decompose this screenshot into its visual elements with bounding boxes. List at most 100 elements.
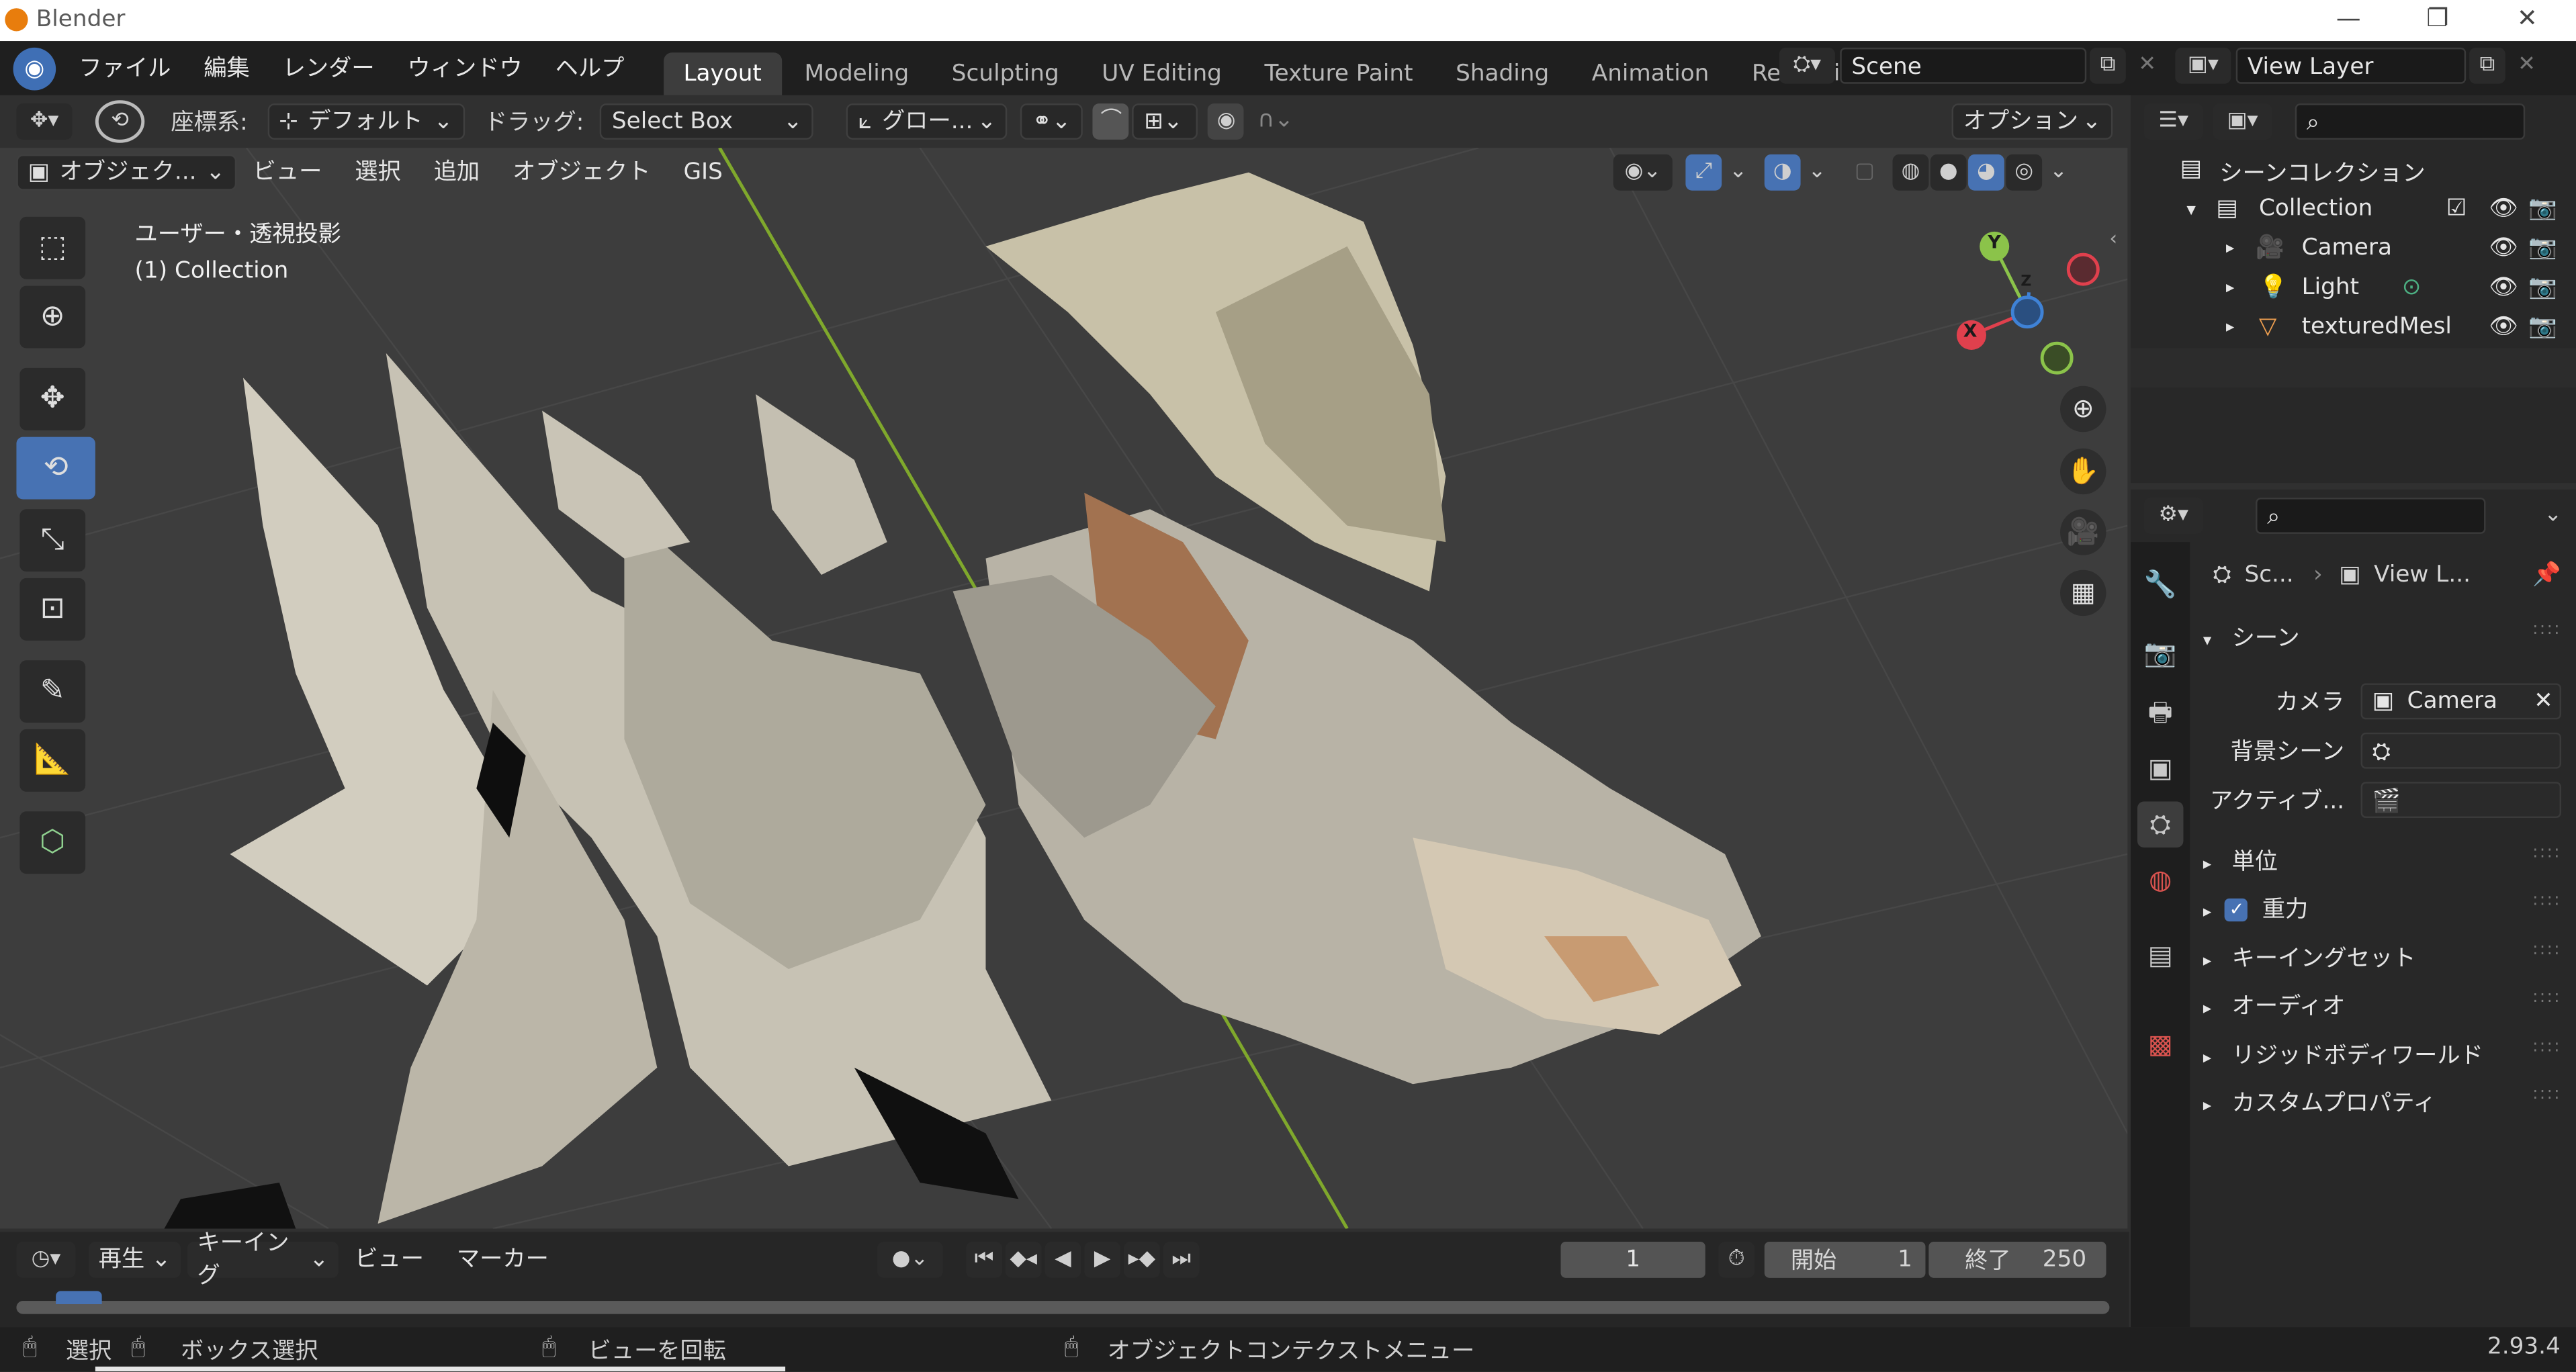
view-layer-browse-icon[interactable]: ▣▾ [2175, 47, 2231, 84]
outliner-item-camera[interactable]: ▸ 🎥 Camera 👁 📷 [2131, 230, 2576, 269]
visibility-eye-icon[interactable]: 👁 [2489, 235, 2518, 261]
drag-dropdown[interactable]: Select Box ⌄ [600, 103, 814, 140]
scene-name-field[interactable]: Scene [1840, 47, 2087, 84]
menu-help[interactable]: ヘルプ [539, 44, 641, 93]
render-camera-icon[interactable]: 📷 [2528, 314, 2557, 340]
view-layer-tab-icon[interactable]: ▣ [2137, 745, 2183, 791]
scene-section-header[interactable]: ▾ シーン :::: [2203, 621, 2565, 664]
wireframe-shading-icon[interactable]: ◍ [1892, 154, 1929, 191]
3d-viewport[interactable]: ▣ オブジェク... ⌄ ビュー 選択 追加 オブジェクト GIS ◉⌄ ⤢ ⌄… [0, 148, 2128, 1229]
mode-dropdown[interactable]: ▣ オブジェク... ⌄ [16, 154, 237, 191]
current-frame-field[interactable]: 1 [1560, 1242, 1705, 1278]
viewport-menu-gis[interactable]: GIS [667, 152, 739, 192]
expand-arrow-icon[interactable]: ▸ [2226, 240, 2234, 258]
jump-end-icon[interactable]: ⏭ [1163, 1242, 1200, 1278]
add-cube-tool-icon[interactable]: ⬡ [19, 811, 86, 874]
menu-window[interactable]: ウィンドウ [391, 44, 539, 93]
end-frame-field[interactable]: 終了 250 [1928, 1242, 2106, 1278]
visibility-eye-icon[interactable]: ◉⌄ [1613, 154, 1673, 191]
play-icon[interactable]: ▶ [1084, 1242, 1121, 1278]
drag-handle-icon[interactable]: :::: [2532, 941, 2561, 959]
timeline-editor-type-icon[interactable]: ◷▾ [16, 1242, 76, 1278]
menu-render[interactable]: レンダー [266, 44, 391, 93]
tab-sculpting[interactable]: Sculpting [932, 52, 1079, 95]
sidebar-toggle-icon[interactable]: ‹ [2109, 227, 2117, 250]
annotate-tool-icon[interactable]: ✎ [19, 660, 86, 723]
jump-start-icon[interactable]: ⏮ [966, 1242, 1002, 1278]
view-layer-name-field[interactable]: View Layer [2235, 47, 2467, 84]
collection-tab-icon[interactable]: ▤ [2137, 933, 2183, 978]
exclude-checkbox-icon[interactable]: ☑ [2446, 195, 2467, 222]
expand-arrow-icon[interactable]: ▸ [2226, 318, 2234, 336]
expand-arrow-icon[interactable]: ▾ [2186, 199, 2196, 220]
overlay-toggle-icon[interactable]: ◑ [1764, 154, 1801, 191]
close-window-icon[interactable]: ✕ [2517, 3, 2538, 33]
play-reverse-icon[interactable]: ◀ [1045, 1242, 1081, 1278]
outliner-item-textured-mesh[interactable]: ▸ ▽ texturedMesl 👁 📷 [2131, 309, 2576, 349]
render-camera-icon[interactable]: 📷 [2528, 195, 2557, 222]
outliner-collection[interactable]: ▾ ▤ Collection ☑ 👁 📷 [2131, 191, 2576, 230]
menu-file[interactable]: ファイル [62, 44, 187, 93]
visibility-eye-icon[interactable]: 👁 [2489, 274, 2518, 300]
start-frame-field[interactable]: 開始 1 [1764, 1242, 1926, 1278]
rotate-tool-icon[interactable]: ⟲ [95, 100, 145, 143]
xray-icon[interactable]: ▢ [1847, 154, 1883, 191]
pan-hand-icon[interactable]: ✋ [2060, 448, 2106, 495]
tab-animation[interactable]: Animation [1572, 52, 1728, 95]
viewport-menu-add[interactable]: 追加 [417, 152, 496, 192]
measure-tool-icon[interactable]: 📐 [19, 729, 86, 792]
panel-rigid-body-world[interactable]: ▸ リジッドボディワールド :::: [2203, 1038, 2565, 1081]
visibility-eye-icon[interactable]: 👁 [2489, 314, 2518, 340]
snap-toggle-icon[interactable]: ⌒ [1093, 103, 1130, 140]
playback-dropdown[interactable]: 再生 ⌄ [89, 1242, 181, 1278]
solid-shading-icon[interactable]: ● [1930, 154, 1967, 191]
timeline-scrollbar[interactable] [16, 1301, 2110, 1314]
blender-menu-icon[interactable]: ◉ [13, 46, 56, 90]
perspective-grid-icon[interactable]: ▦ [2060, 569, 2106, 616]
active-clip-field[interactable]: 🎬 [2360, 782, 2562, 819]
timeline-menu-marker[interactable]: マーカー [440, 1240, 565, 1280]
orientation-dropdown[interactable]: ⟀ グロー... ⌄ [846, 103, 1008, 140]
output-tab-icon[interactable]: 🖶 [2137, 690, 2183, 735]
outliner-scene-collection[interactable]: ▤ シーンコレクション [2131, 151, 2576, 191]
options-dropdown[interactable]: オプション ⌄ [1951, 103, 2113, 140]
auto-keying-record-icon[interactable]: ●⌄ [877, 1242, 943, 1278]
outliner-item-light[interactable]: ▸ 💡 Light ⊙ 👁 📷 [2131, 269, 2576, 309]
new-view-layer-icon[interactable]: ⧉ [2469, 47, 2505, 84]
background-scene-field[interactable]: ⛭ [2360, 732, 2562, 769]
camera-property-field[interactable]: ▣ Camera ✕ [2360, 683, 2562, 720]
viewport-menu-object[interactable]: オブジェクト [496, 152, 667, 192]
timeline-scrollbar-thumb[interactable] [16, 1301, 2110, 1314]
rotate-tool-active-icon[interactable]: ⟲ [16, 437, 95, 500]
delete-view-layer-icon[interactable]: ✕ [2509, 48, 2545, 84]
drag-handle-icon[interactable]: :::: [2532, 844, 2561, 862]
tool-tab-icon[interactable]: 🔧 [2137, 561, 2183, 607]
proportional-falloff-dropdown[interactable]: ∩⌄ [1247, 103, 1303, 140]
minimize-icon[interactable]: — [2336, 3, 2361, 33]
chevron-down-icon[interactable]: ⌄ [1804, 154, 1830, 191]
viewport-menu-select[interactable]: 選択 [339, 152, 417, 192]
zoom-icon[interactable]: ⊕ [2060, 385, 2106, 432]
keying-dropdown[interactable]: キーイング ⌄ [187, 1230, 339, 1289]
timeline-menu-view[interactable]: ビュー [339, 1240, 441, 1280]
navigation-gizmo[interactable]: Y X Z [1939, 227, 2119, 392]
pivot-point-dropdown[interactable]: ⚭⌄ [1020, 103, 1083, 140]
panel-gravity[interactable]: ▸ ✓ 重力 :::: [2203, 892, 2565, 935]
outliner-editor-type-icon[interactable]: ☰▾ [2143, 103, 2203, 140]
render-camera-icon[interactable]: 📷 [2528, 274, 2557, 300]
panel-units[interactable]: ▸ 単位 :::: [2203, 844, 2565, 887]
snap-target-dropdown[interactable]: ⊞⌄ [1132, 103, 1199, 140]
world-tab-icon[interactable]: ◍ [2137, 858, 2183, 903]
gravity-checkbox[interactable]: ✓ [2225, 898, 2249, 922]
menu-edit[interactable]: 編集 [187, 44, 266, 93]
render-camera-icon[interactable]: 📷 [2528, 235, 2557, 261]
select-box-tool-icon[interactable]: ⬚ [19, 216, 86, 279]
new-scene-icon[interactable]: ⧉ [2090, 47, 2126, 84]
drag-handle-icon[interactable]: :::: [2532, 892, 2561, 910]
delete-scene-icon[interactable]: ✕ [2129, 48, 2166, 84]
panel-audio[interactable]: ▸ オーディオ :::: [2203, 989, 2565, 1032]
drag-handle-icon[interactable]: :::: [2532, 1038, 2561, 1056]
tab-layout[interactable]: Layout [664, 52, 782, 95]
transform-tool-icon[interactable]: ⊡ [19, 578, 86, 641]
scale-tool-icon[interactable]: ⤡ [19, 509, 86, 572]
